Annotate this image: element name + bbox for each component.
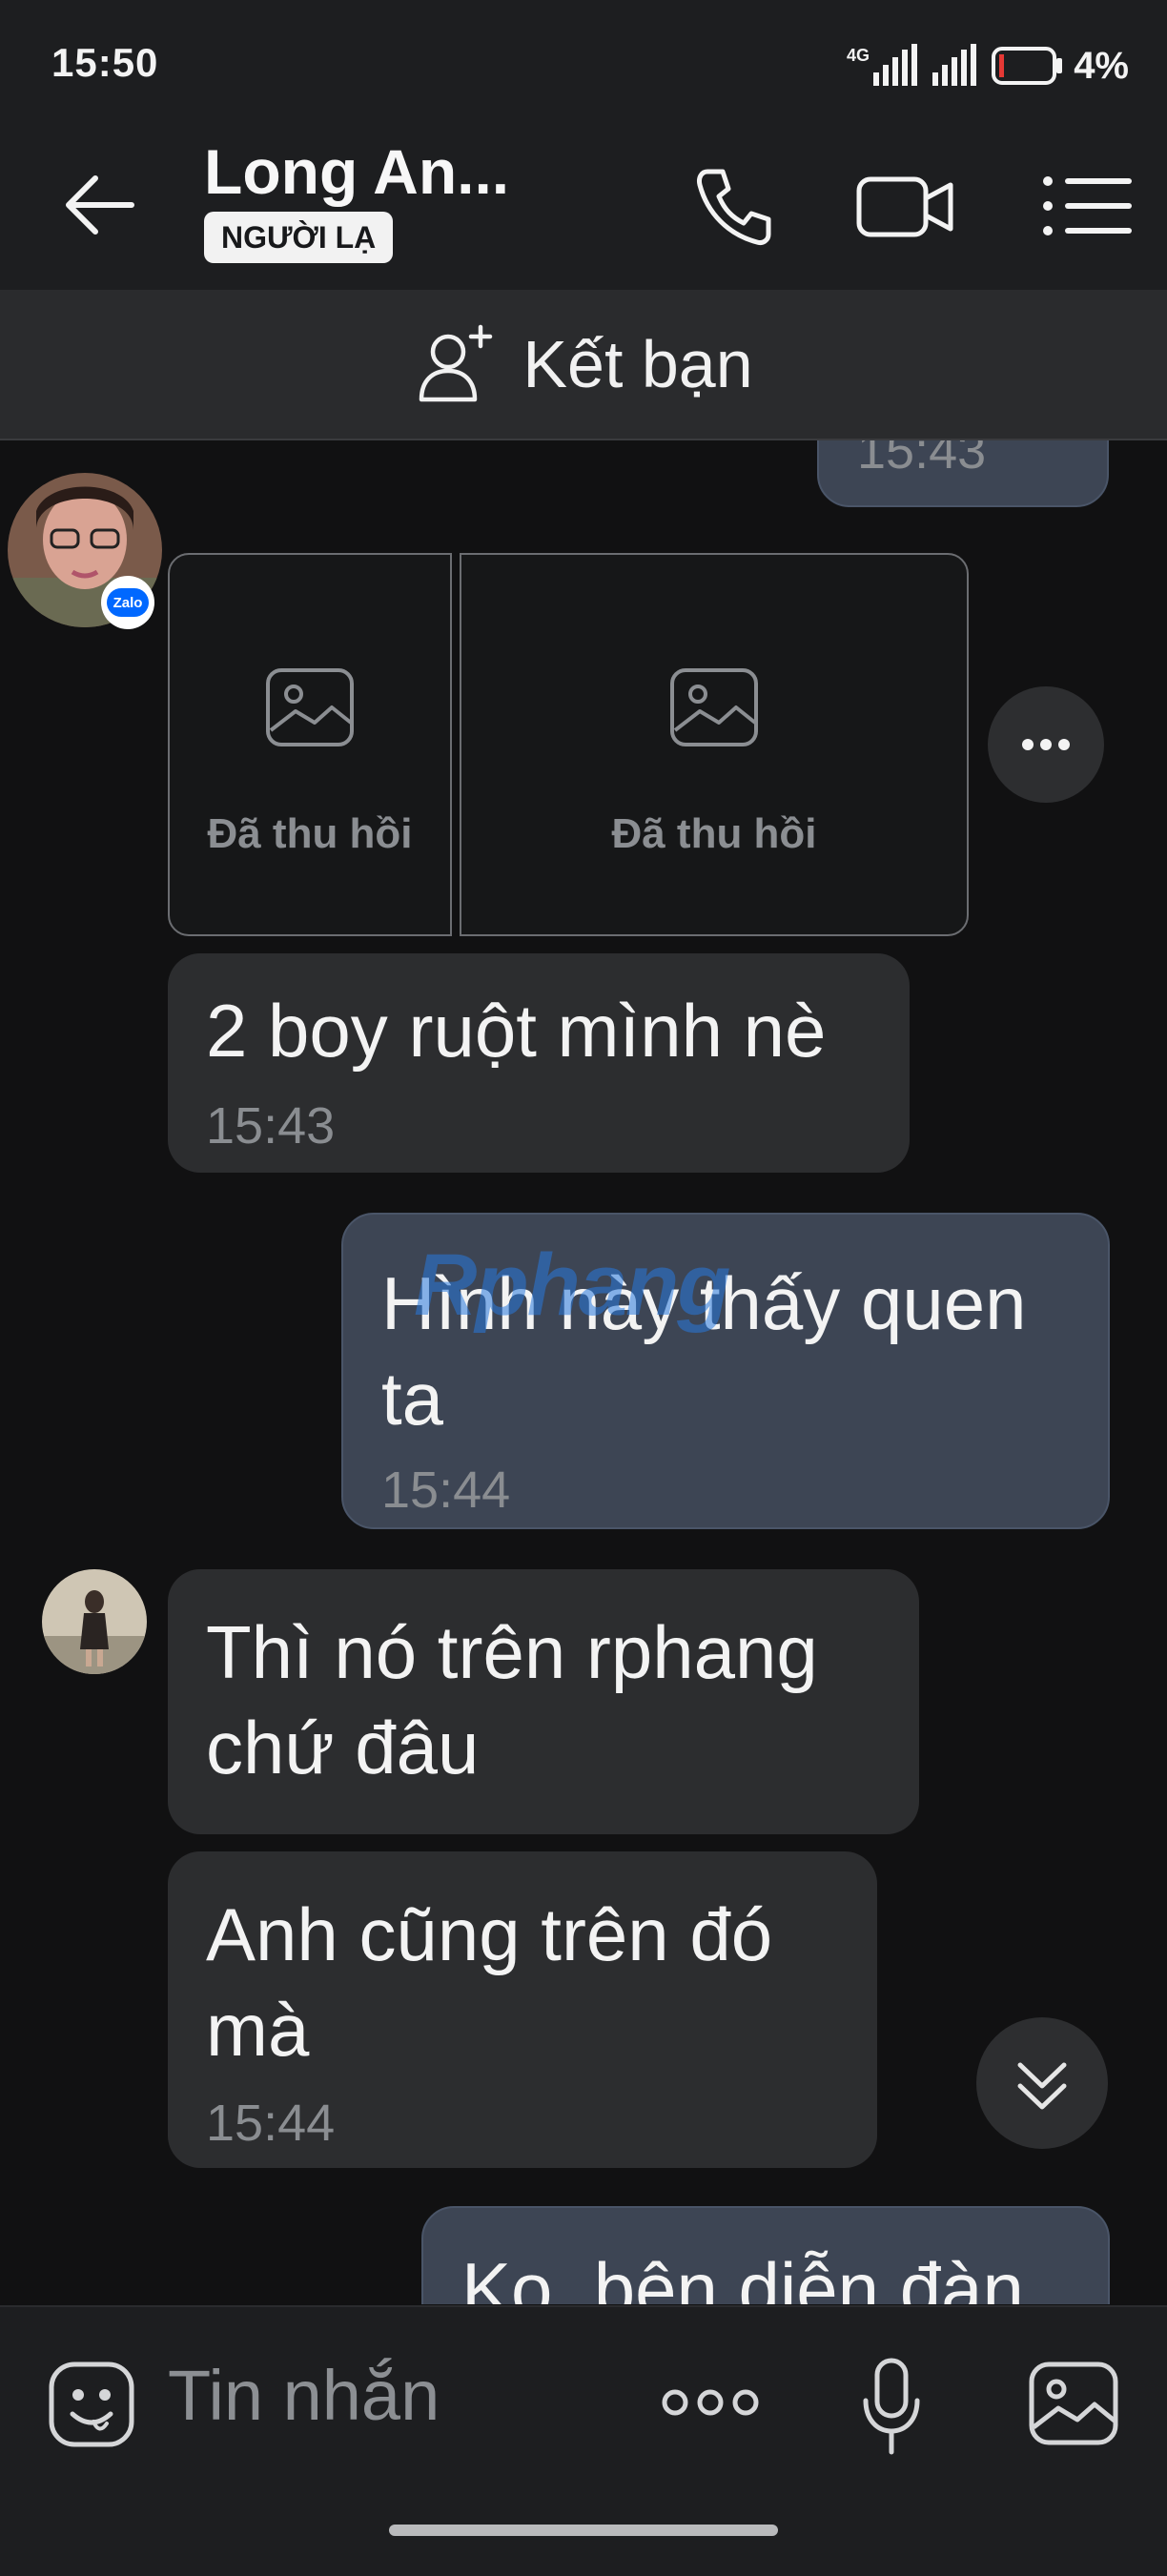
battery-percent: 4% <box>1074 44 1129 87</box>
video-camera-icon <box>856 176 953 237</box>
contact-name[interactable]: Long An... <box>204 135 509 208</box>
stranger-badge: NGƯỜI LẠ <box>204 212 394 263</box>
recalled-image-card[interactable]: Đã thu hồi <box>460 553 969 936</box>
add-friend-icon <box>420 324 493 402</box>
incoming-message[interactable]: 2 boy ruột mình nè 15:43 <box>168 953 910 1173</box>
photo-button[interactable] <box>1028 2361 1119 2446</box>
sticker-button[interactable] <box>48 2361 135 2448</box>
image-icon <box>670 668 758 746</box>
outgoing-message-partial[interactable]: Ko, bên diễn đàn <box>421 2206 1110 2304</box>
message-text: 2 boy ruột mình nè <box>206 989 827 1073</box>
video-call-button[interactable] <box>853 158 958 254</box>
watermark: Rphang <box>414 1237 730 1334</box>
scroll-to-bottom-button[interactable] <box>976 2017 1108 2149</box>
status-icons: 4G 4% <box>847 42 1129 90</box>
svg-text:4G: 4G <box>847 46 870 65</box>
battery-icon <box>992 47 1063 85</box>
image-icon <box>266 668 354 746</box>
signal-4g-icon: 4G <box>847 44 918 86</box>
double-chevron-down-icon <box>1017 2062 1067 2110</box>
recalled-label: Đã thu hồi <box>611 810 817 857</box>
outgoing-message[interactable]: Hình này thấy quen ta 15:44 Rphang <box>341 1213 1110 1529</box>
sender-avatar[interactable] <box>42 1569 147 1674</box>
avatar-photo <box>42 1569 147 1674</box>
message-input[interactable]: Tin nhắn <box>168 2355 440 2436</box>
image-icon <box>1029 2361 1118 2445</box>
status-time: 15:50 <box>51 40 159 85</box>
zalo-badge-icon: Zalo <box>101 576 154 629</box>
voice-call-button[interactable] <box>686 158 782 254</box>
outgoing-message-partial[interactable]: 15:43 <box>817 440 1109 507</box>
signal-bars-icon <box>932 44 977 86</box>
svg-text:Zalo: Zalo <box>113 595 143 611</box>
message-list[interactable]: 15:43 Zalo Đã thu hồi Đã thu hồi 2 boy r… <box>0 440 1167 2304</box>
incoming-message[interactable]: Thì nó trên rphang chứ đâu <box>168 1569 919 1834</box>
message-time: 15:44 <box>206 2095 336 2152</box>
phone-icon <box>697 169 771 245</box>
add-friend-bar[interactable]: Kết bạn <box>0 290 1167 440</box>
message-time: 15:43 <box>857 440 987 480</box>
emoji-sticker-icon <box>49 2361 134 2447</box>
options-button[interactable] <box>1034 158 1139 254</box>
message-text-line: Thì nó trên rphang <box>206 1610 818 1694</box>
message-time: 15:43 <box>206 1097 336 1155</box>
recalled-label: Đã thu hồi <box>207 810 413 857</box>
message-text-line: chứ đâu <box>206 1706 480 1789</box>
chat-header <box>0 133 1167 290</box>
voice-record-button[interactable] <box>858 2355 925 2460</box>
message-time: 15:44 <box>381 1462 511 1519</box>
more-dots-icon <box>1022 739 1070 750</box>
menu-list-icon <box>1043 176 1132 235</box>
microphone-icon <box>863 2358 920 2455</box>
back-button[interactable] <box>57 162 143 248</box>
message-text: Ko, bên diễn đàn <box>461 2247 1024 2304</box>
add-friend-label: Kết bạn <box>522 327 753 401</box>
incoming-message[interactable]: Anh cũng trên đó mà 15:44 <box>168 1851 877 2168</box>
more-horizontal-icon <box>662 2389 759 2416</box>
message-text-line: ta <box>381 1357 444 1441</box>
more-actions-button[interactable] <box>658 2374 763 2431</box>
home-indicator[interactable] <box>389 2525 778 2536</box>
recalled-image-card[interactable]: Đã thu hồi <box>168 553 452 936</box>
back-arrow-icon <box>66 175 134 235</box>
message-text-line: Anh cũng trên đó <box>206 1892 773 1976</box>
message-text-line: mà <box>206 1988 310 2072</box>
message-options-button[interactable] <box>988 686 1104 803</box>
